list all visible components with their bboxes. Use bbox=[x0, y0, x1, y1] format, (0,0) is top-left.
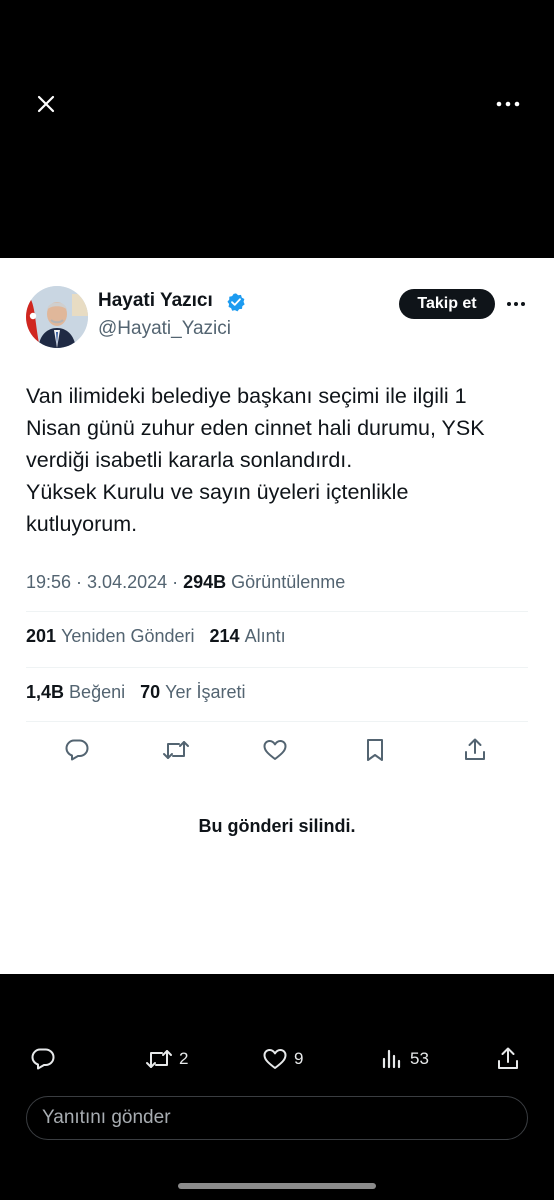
tweet-text-line: Nisan günü zuhur eden cinnet hali durumu… bbox=[26, 416, 485, 440]
likes-stat[interactable]: 1,4B Beğeni bbox=[26, 682, 125, 702]
tweet-text-line: kutluyorum. bbox=[26, 512, 138, 536]
bottom-action-bar bbox=[0, 974, 554, 1200]
reply-input[interactable]: Yanıtını gönder bbox=[26, 1096, 528, 1140]
share-button[interactable] bbox=[459, 734, 491, 766]
reply-icon bbox=[65, 739, 89, 761]
deleted-post-message: Bu gönderi silindi. bbox=[198, 816, 356, 836]
more-icon bbox=[507, 302, 525, 306]
share-icon bbox=[498, 1047, 518, 1069]
views-icon bbox=[382, 1049, 401, 1069]
heart-icon bbox=[263, 740, 287, 760]
views-label: Görüntülenme bbox=[231, 572, 346, 592]
more-options-top-button[interactable] bbox=[490, 86, 526, 122]
reply-placeholder: Yanıtını gönder bbox=[42, 1107, 171, 1128]
close-icon bbox=[37, 95, 55, 113]
repost-icon bbox=[146, 1050, 172, 1068]
bookmarks-label: Yer İşareti bbox=[165, 682, 246, 702]
home-indicator[interactable] bbox=[178, 1183, 376, 1189]
tweet-text: Van ilimideki belediye başkanı seçimi il… bbox=[26, 380, 530, 540]
reposts-stat[interactable]: 201 Yeniden Gönderi bbox=[26, 626, 195, 646]
media-viewer-top-bar bbox=[0, 0, 554, 258]
share-icon bbox=[465, 738, 485, 760]
tweet-meta: 19:56 · 3.04.2024 · 294B Görüntülenme bbox=[26, 572, 345, 593]
more-options-button[interactable] bbox=[500, 289, 532, 319]
bookmark-icon bbox=[367, 739, 383, 761]
reply-button[interactable] bbox=[61, 734, 93, 766]
author-handle[interactable]: @Hayati_Yazici bbox=[98, 318, 231, 340]
likes-label: Beğeni bbox=[69, 682, 126, 702]
bottom-share-button[interactable] bbox=[496, 1044, 520, 1074]
reply-icon bbox=[31, 1048, 55, 1070]
views-count: 294B bbox=[183, 572, 227, 592]
bottom-like-button[interactable]: 9 bbox=[262, 1044, 303, 1074]
tweet-timestamp[interactable]: 19:56 · 3.04.2024 · bbox=[26, 572, 183, 592]
bottom-like-count: 9 bbox=[294, 1049, 304, 1068]
bookmarks-stat[interactable]: 70 Yer İşareti bbox=[140, 682, 245, 702]
bookmark-button[interactable] bbox=[359, 734, 391, 766]
repost-stats-row: 201 Yeniden Gönderi 214 Alıntı bbox=[26, 626, 286, 647]
tweet-text-line: verdiği isabetli kararla sonlandırdı. bbox=[26, 448, 353, 472]
repost-icon bbox=[163, 741, 189, 759]
repost-button[interactable] bbox=[160, 734, 192, 766]
reposts-label: Yeniden Gönderi bbox=[61, 626, 195, 646]
author-avatar[interactable] bbox=[26, 286, 88, 348]
more-icon bbox=[496, 101, 520, 107]
divider bbox=[26, 667, 528, 668]
divider bbox=[26, 721, 528, 722]
quotes-count: 214 bbox=[209, 626, 240, 646]
likes-count: 1,4B bbox=[26, 682, 65, 702]
bottom-views-button[interactable]: 53 bbox=[380, 1044, 429, 1074]
bottom-repost-button[interactable]: 2 bbox=[145, 1044, 188, 1074]
bottom-repost-count: 2 bbox=[179, 1049, 189, 1068]
tweet-text-line: Yüksek Kurulu ve sayın üyeleri içtenlikl… bbox=[26, 480, 409, 504]
bottom-views-count: 53 bbox=[410, 1049, 429, 1068]
likes-stats-row: 1,4B Beğeni 70 Yer İşareti bbox=[26, 682, 246, 703]
quotes-label: Alıntı bbox=[244, 626, 286, 646]
heart-icon bbox=[263, 1049, 287, 1069]
quotes-stat[interactable]: 214 Alıntı bbox=[210, 626, 286, 646]
reposts-count: 201 bbox=[26, 626, 57, 646]
follow-button[interactable]: Takip et bbox=[399, 289, 495, 319]
author-name[interactable]: Hayati Yazıcı bbox=[98, 290, 213, 312]
bookmarks-count: 70 bbox=[140, 682, 161, 702]
tweet-card bbox=[0, 258, 554, 974]
like-button[interactable] bbox=[259, 734, 291, 766]
tweet-text-line: Van ilimideki belediye başkanı seçimi il… bbox=[26, 384, 467, 408]
avatar-photo bbox=[26, 286, 88, 348]
verified-badge-icon bbox=[227, 293, 245, 312]
close-button[interactable] bbox=[28, 86, 64, 122]
bottom-reply-button[interactable] bbox=[30, 1044, 56, 1074]
divider bbox=[26, 611, 528, 612]
